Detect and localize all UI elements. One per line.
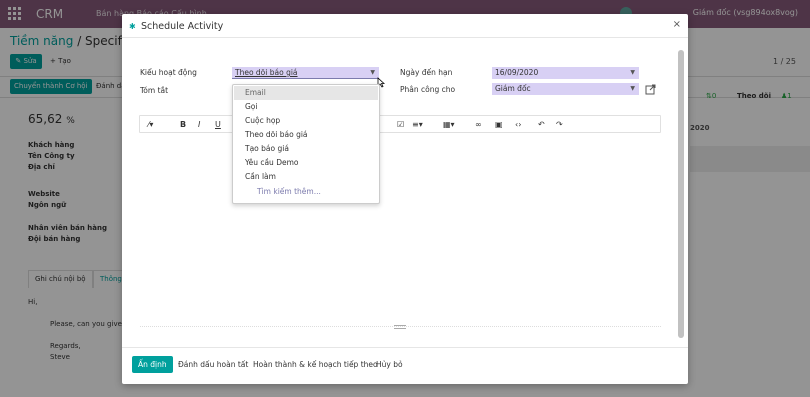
mark-done-button[interactable]: Đánh dấu hoàn tất — [178, 356, 248, 373]
redo-icon[interactable]: ↷ — [556, 119, 563, 130]
chevron-down-icon: ▼ — [370, 69, 375, 76]
dropdown-item-create-quote[interactable]: Tạo báo giá — [234, 142, 378, 156]
due-date-field[interactable]: 16/09/2020 ▼ — [492, 67, 639, 79]
assigned-to-label: Phân công cho — [400, 85, 456, 94]
code-view-icon[interactable]: ‹› — [515, 119, 521, 130]
italic-button[interactable]: I — [198, 119, 200, 130]
link-icon[interactable]: ∞ — [475, 119, 482, 130]
media-icon[interactable]: ▣ — [495, 119, 503, 130]
dropdown-item-meeting[interactable]: Cuộc họp — [234, 114, 378, 128]
dialog-footer: Ấn định Đánh dấu hoàn tất Hoàn thành & k… — [122, 347, 688, 384]
dialog-title: Schedule Activity — [141, 21, 224, 32]
activity-icon: ✱ — [129, 22, 136, 31]
dropdown-item-demo-request[interactable]: Yêu cầu Demo — [234, 156, 378, 170]
discard-button[interactable]: Hủy bỏ — [376, 356, 403, 373]
align-icon[interactable]: ≡▾ — [412, 119, 423, 130]
dropdown-item-quote-followup[interactable]: Theo dõi báo giá — [234, 128, 378, 142]
assigned-to-select[interactable]: Giám đốc ▼ — [492, 83, 639, 95]
schedule-activity-dialog: ✱ Schedule Activity × Kiểu hoạt động The… — [122, 14, 688, 384]
dropdown-item-email[interactable]: Email — [234, 86, 378, 100]
dropdown-item-todo[interactable]: Cần làm — [234, 170, 378, 184]
chevron-down-icon: ▼ — [630, 85, 635, 92]
summary-label: Tóm tắt — [140, 86, 169, 95]
table-icon[interactable]: ▦▾ — [443, 119, 455, 130]
activity-type-dropdown: Email Gọi Cuộc họp Theo dõi báo giá Tạo … — [232, 84, 380, 204]
dialog-scrollbar[interactable] — [678, 50, 684, 338]
undo-icon[interactable]: ↶ — [538, 119, 545, 130]
done-schedule-next-button[interactable]: Hoàn thành & kế hoạch tiếp theo — [253, 356, 378, 373]
resize-grip-icon[interactable] — [394, 325, 406, 329]
external-link-icon[interactable] — [645, 84, 656, 95]
dialog-header: ✱ Schedule Activity × — [122, 14, 688, 38]
activity-type-select[interactable]: Theo dõi báo giá ▼ — [232, 67, 379, 79]
note-editor[interactable] — [139, 133, 661, 343]
schedule-button[interactable]: Ấn định — [132, 356, 173, 373]
magic-wand-icon[interactable]: ⁄▾ — [148, 119, 153, 130]
dropdown-search-more[interactable]: Tìm kiếm thêm... — [234, 185, 378, 199]
close-icon[interactable]: × — [673, 19, 681, 30]
editor-toolbar: ⁄▾ B I U ☑ ≡▾ ▦▾ ∞ ▣ ‹› ↶ ↷ — [139, 115, 661, 133]
due-date-label: Ngày đến hạn — [400, 68, 453, 77]
chevron-down-icon: ▼ — [630, 69, 635, 76]
activity-type-label: Kiểu hoạt động — [140, 68, 197, 77]
checklist-icon[interactable]: ☑ — [397, 119, 404, 130]
dropdown-item-call[interactable]: Gọi — [234, 100, 378, 114]
bold-button[interactable]: B — [180, 119, 186, 130]
underline-button[interactable]: U — [215, 119, 221, 130]
scrollbar-thumb[interactable] — [678, 50, 684, 338]
